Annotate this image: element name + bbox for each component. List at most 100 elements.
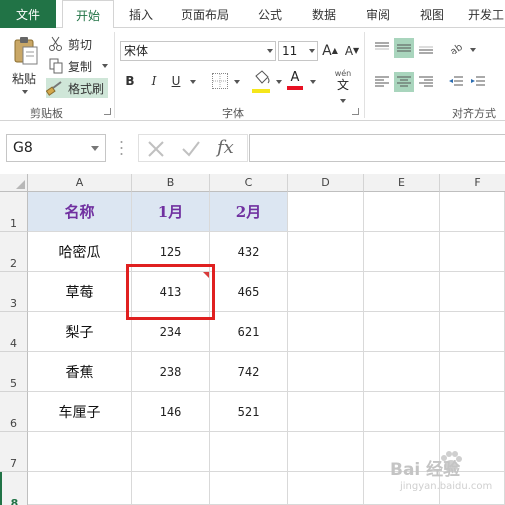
empty-cell[interactable]: [364, 272, 440, 312]
column-header-c[interactable]: C: [210, 174, 288, 192]
table-cell[interactable]: 车厘子: [28, 392, 132, 432]
phonetic-dropdown-icon[interactable]: [340, 99, 346, 103]
empty-cell[interactable]: [440, 312, 505, 352]
underline-dropdown-icon[interactable]: [190, 80, 196, 84]
header-cell-name[interactable]: 名称: [28, 192, 132, 232]
empty-cell[interactable]: [440, 352, 505, 392]
tab-review[interactable]: 审阅: [356, 0, 400, 28]
align-left-button[interactable]: [372, 72, 392, 92]
empty-cell[interactable]: [364, 312, 440, 352]
increase-indent-button[interactable]: [468, 72, 488, 92]
format-painter-button[interactable]: 格式刷: [46, 78, 109, 98]
empty-cell[interactable]: [288, 312, 364, 352]
tab-page-layout[interactable]: 页面布局: [172, 0, 238, 28]
font-name-select[interactable]: 宋体: [120, 41, 276, 61]
tab-home[interactable]: 开始: [62, 0, 114, 30]
table-cell[interactable]: 238: [132, 352, 210, 392]
empty-cell[interactable]: [288, 432, 364, 472]
decrease-indent-button[interactable]: [446, 72, 466, 92]
clipboard-dialog-launcher-icon[interactable]: [104, 108, 111, 115]
tab-insert[interactable]: 插入: [120, 0, 162, 28]
copy-button[interactable]: 复制: [48, 56, 109, 76]
row-header-2[interactable]: 2: [0, 232, 28, 272]
table-cell[interactable]: 432: [210, 232, 288, 272]
empty-cell[interactable]: [440, 232, 505, 272]
empty-cell[interactable]: [288, 232, 364, 272]
empty-cell[interactable]: [132, 432, 210, 472]
copy-dropdown-icon[interactable]: [102, 64, 109, 68]
grow-font-button[interactable]: A▲: [322, 42, 338, 60]
row-header-5[interactable]: 5: [0, 352, 28, 392]
empty-cell[interactable]: [288, 192, 364, 232]
font-color-dropdown-icon[interactable]: [310, 80, 316, 84]
empty-cell[interactable]: [288, 352, 364, 392]
column-header-b[interactable]: B: [132, 174, 210, 192]
tab-data[interactable]: 数据: [302, 0, 346, 28]
table-cell[interactable]: 742: [210, 352, 288, 392]
empty-cell[interactable]: [28, 432, 132, 472]
paste-dropdown-icon[interactable]: [22, 90, 28, 94]
font-color-button[interactable]: A: [287, 70, 303, 92]
header-cell-jan[interactable]: 1月: [132, 192, 210, 232]
underline-button[interactable]: U: [168, 72, 184, 90]
row-header-3[interactable]: 3: [0, 272, 28, 312]
column-header-e[interactable]: E: [364, 174, 440, 192]
empty-cell[interactable]: [440, 192, 505, 232]
empty-cell[interactable]: [288, 272, 364, 312]
table-cell[interactable]: 146: [132, 392, 210, 432]
row-header-8[interactable]: 8: [0, 472, 28, 505]
checkmark-icon[interactable]: [181, 140, 201, 158]
middle-align-button[interactable]: [394, 38, 414, 58]
empty-cell[interactable]: [364, 352, 440, 392]
select-all-button[interactable]: [0, 174, 28, 192]
font-dialog-launcher-icon[interactable]: [352, 108, 359, 115]
font-size-select[interactable]: 11: [278, 41, 318, 61]
fill-color-dropdown-icon[interactable]: [276, 80, 282, 84]
cut-button[interactable]: 剪切: [48, 34, 92, 54]
empty-cell[interactable]: [288, 472, 364, 505]
header-cell-feb[interactable]: 2月: [210, 192, 288, 232]
table-cell[interactable]: 621: [210, 312, 288, 352]
tab-file[interactable]: 文件: [0, 0, 56, 31]
table-cell[interactable]: 哈密瓜: [28, 232, 132, 272]
italic-button[interactable]: I: [146, 72, 162, 90]
table-cell[interactable]: 521: [210, 392, 288, 432]
orientation-button[interactable]: ab: [446, 38, 466, 58]
row-header-1[interactable]: 1: [0, 192, 28, 232]
name-box[interactable]: G8: [6, 134, 106, 162]
tab-view[interactable]: 视图: [410, 0, 454, 28]
formula-input[interactable]: [249, 134, 505, 162]
empty-cell[interactable]: [364, 232, 440, 272]
tab-formulas[interactable]: 公式: [248, 0, 292, 28]
empty-cell[interactable]: [28, 472, 132, 505]
empty-cell[interactable]: [364, 392, 440, 432]
bottom-align-button[interactable]: [416, 38, 436, 58]
empty-cell[interactable]: [210, 432, 288, 472]
borders-dropdown-icon[interactable]: [234, 80, 240, 84]
table-cell[interactable]: 梨子: [28, 312, 132, 352]
cancel-icon[interactable]: [147, 140, 165, 158]
empty-cell[interactable]: [210, 472, 288, 505]
align-right-button[interactable]: [416, 72, 436, 92]
column-header-a[interactable]: A: [28, 174, 132, 192]
bold-button[interactable]: B: [122, 72, 138, 90]
table-cell[interactable]: 香蕉: [28, 352, 132, 392]
borders-button[interactable]: [212, 73, 228, 89]
row-header-4[interactable]: 4: [0, 312, 28, 352]
insert-function-button[interactable]: fx: [217, 137, 234, 158]
column-header-d[interactable]: D: [288, 174, 364, 192]
row-header-6[interactable]: 6: [0, 392, 28, 432]
empty-cell[interactable]: [440, 392, 505, 432]
row-header-7[interactable]: 7: [0, 432, 28, 472]
empty-cell[interactable]: [132, 472, 210, 505]
orientation-dropdown-icon[interactable]: [470, 48, 476, 52]
empty-cell[interactable]: [288, 392, 364, 432]
shrink-font-button[interactable]: A▼: [344, 42, 360, 60]
table-cell[interactable]: 草莓: [28, 272, 132, 312]
table-cell[interactable]: 465: [210, 272, 288, 312]
fill-color-button[interactable]: [252, 70, 272, 93]
column-header-f[interactable]: F: [440, 174, 505, 192]
drag-handle-icon[interactable]: [120, 140, 123, 156]
top-align-button[interactable]: [372, 38, 392, 58]
empty-cell[interactable]: [364, 192, 440, 232]
